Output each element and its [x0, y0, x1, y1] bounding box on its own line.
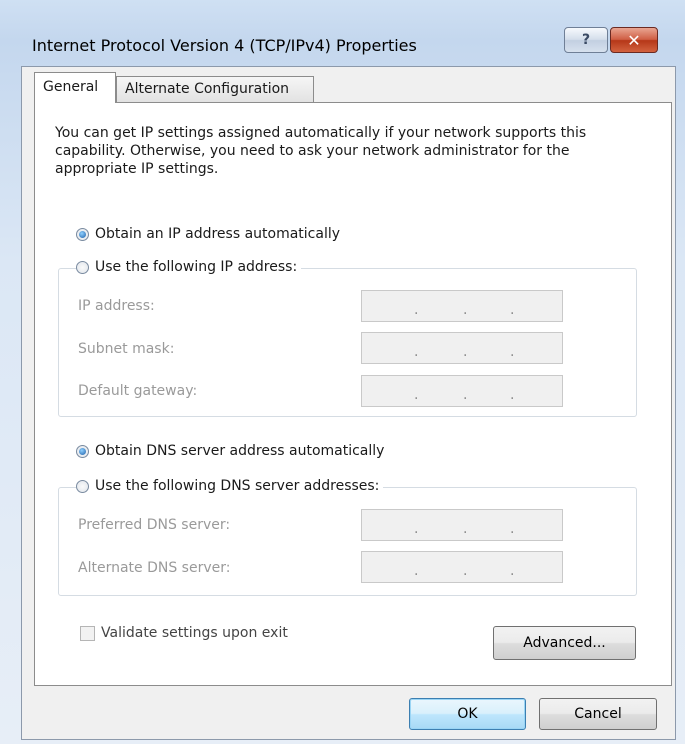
subnet-mask-label: Subnet mask: [78, 341, 175, 357]
checkbox-icon [80, 625, 95, 641]
radio-label: Use the following IP address: [95, 259, 298, 275]
description-text: You can get IP settings assigned automat… [55, 125, 587, 177]
default-gateway-input: . . . [361, 375, 563, 407]
alternate-dns-input: . . . [361, 551, 563, 583]
tab-alternate-configuration[interactable]: Alternate Configuration [116, 76, 314, 102]
radio-obtain-dns-auto[interactable]: Obtain DNS server address automatically [76, 443, 389, 459]
close-button[interactable]: ✕ [610, 27, 658, 53]
radio-selected-icon [76, 227, 89, 241]
radio-selected-icon [76, 444, 89, 458]
radio-label: Use the following DNS server addresses: [95, 478, 380, 494]
radio-use-following-ip[interactable]: Use the following IP address: [76, 259, 302, 275]
help-icon: ? [581, 32, 591, 48]
ok-button[interactable]: OK [409, 698, 526, 730]
preferred-dns-input: . . . [361, 509, 563, 541]
tab-general[interactable]: General [34, 72, 116, 103]
ip-address-label: IP address: [78, 298, 155, 314]
cancel-button[interactable]: Cancel [539, 698, 657, 730]
advanced-button[interactable]: Advanced... [493, 626, 636, 660]
dialog-window: Internet Protocol Version 4 (TCP/IPv4) P… [0, 0, 685, 744]
validate-settings-checkbox: Validate settings upon exit [80, 625, 288, 641]
radio-label: Obtain an IP address automatically [95, 226, 341, 242]
subnet-mask-input: . . . [361, 332, 563, 364]
checkbox-label: Validate settings upon exit [101, 625, 288, 641]
alternate-dns-label: Alternate DNS server: [78, 560, 231, 576]
radio-use-following-dns[interactable]: Use the following DNS server addresses: [76, 478, 384, 494]
default-gateway-label: Default gateway: [78, 383, 198, 399]
radio-obtain-ip-auto[interactable]: Obtain an IP address automatically [76, 226, 345, 242]
ip-address-input: . . . [361, 290, 563, 322]
help-button[interactable]: ? [564, 27, 608, 53]
close-icon: ✕ [627, 30, 641, 50]
window-title: Internet Protocol Version 4 (TCP/IPv4) P… [32, 36, 417, 55]
preferred-dns-label: Preferred DNS server: [78, 517, 231, 533]
radio-unselected-icon [76, 260, 89, 274]
radio-unselected-icon [76, 479, 89, 493]
radio-label: Obtain DNS server address automatically [95, 443, 385, 459]
